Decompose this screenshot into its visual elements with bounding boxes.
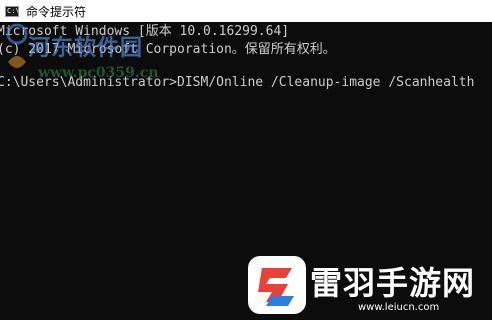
- watermark-site-url: www.pc0359.cn: [38, 65, 159, 81]
- brand-name: 雷羽手游网: [310, 264, 476, 302]
- cmd-icon: C:\: [5, 5, 19, 17]
- watermark-site-name: 河东软件园: [28, 35, 144, 61]
- window-title: 命令提示符: [26, 4, 87, 19]
- title-bar[interactable]: C:\ 命令提示符: [0, 0, 492, 22]
- brand-url: www.leiucn.com: [358, 302, 440, 313]
- brand-watermark: 雷羽手游网 www.leiucn.com: [240, 250, 492, 320]
- hedong-logo-icon: [6, 23, 28, 68]
- leiyu-logo-icon: [248, 256, 306, 314]
